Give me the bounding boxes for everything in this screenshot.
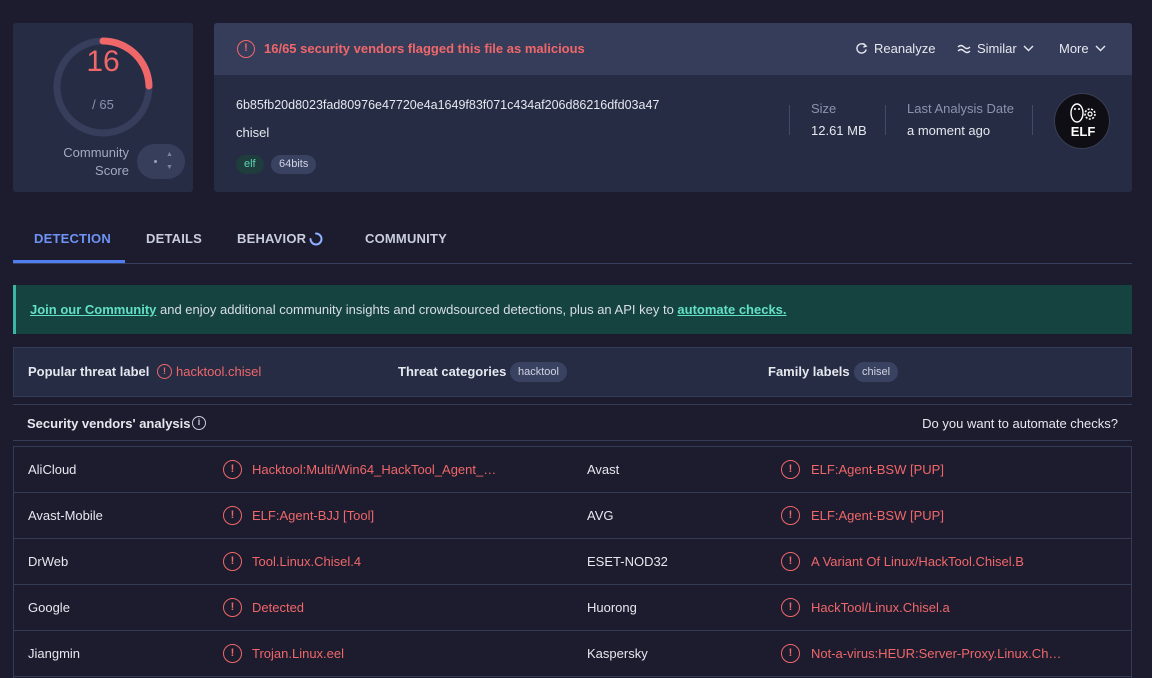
table-row: DrWeb ! Tool.Linux.Chisel.4 ESET-NOD32 !… bbox=[14, 539, 1131, 585]
vendor-name: DrWeb bbox=[28, 554, 69, 569]
last-analysis-value: a moment ago bbox=[907, 123, 991, 138]
popular-threat-value[interactable]: hacktool.chisel bbox=[176, 364, 261, 379]
file-type-label: ELF bbox=[1070, 124, 1096, 139]
banner-text: Join our Community and enjoy additional … bbox=[30, 302, 787, 317]
similar-dropdown[interactable]: Similar bbox=[957, 41, 1034, 56]
vendor-name: Avast-Mobile bbox=[28, 508, 103, 523]
tab-bar: DETECTION DETAILS BEHAVIOR COMMUNITY bbox=[13, 223, 1132, 264]
chevron-down-icon bbox=[1095, 45, 1106, 52]
vendor-name: AliCloud bbox=[28, 462, 77, 477]
vendor-name: Huorong bbox=[587, 600, 637, 615]
threat-category-pill[interactable]: hacktool bbox=[510, 362, 567, 382]
vote-dot bbox=[154, 160, 157, 163]
vendor-result: Trojan.Linux.eel bbox=[252, 646, 345, 661]
more-dropdown[interactable]: More bbox=[1059, 41, 1106, 56]
vendors-table: AliCloud ! Hacktool:Multi/Win64_HackTool… bbox=[13, 446, 1132, 678]
automate-checks-prompt[interactable]: Do you want to automate checks? bbox=[922, 416, 1118, 431]
family-labels-label: Family labels bbox=[768, 364, 850, 379]
vendor-result: ELF:Agent-BSW [PUP] bbox=[811, 508, 944, 523]
alert-icon: ! bbox=[781, 460, 800, 479]
alert-icon: ! bbox=[781, 506, 800, 525]
community-score-label-line1: Community bbox=[63, 145, 129, 160]
tag-elf[interactable]: elf bbox=[236, 155, 264, 174]
more-label: More bbox=[1059, 41, 1089, 56]
tab-behavior[interactable]: BEHAVIOR bbox=[237, 231, 323, 246]
popular-threat-label: Popular threat label bbox=[28, 364, 150, 379]
info-icon[interactable]: i bbox=[192, 416, 206, 430]
upvote-icon[interactable]: ▲ bbox=[166, 151, 173, 158]
alert-icon: ! bbox=[781, 644, 800, 663]
vendor-result: Detected bbox=[252, 600, 305, 615]
divider bbox=[1032, 105, 1033, 135]
threat-alert-icon: ! bbox=[157, 364, 172, 379]
vendor-result: ELF:Agent-BSW [PUP] bbox=[811, 462, 944, 477]
vendor-result: Hacktool:Multi/Win64_HackTool_Agent_… bbox=[252, 462, 497, 477]
similar-label: Similar bbox=[977, 41, 1017, 56]
divider bbox=[885, 105, 886, 135]
vendor-name: AVG bbox=[587, 508, 614, 523]
threat-summary: Popular threat label ! hacktool.chisel T… bbox=[13, 347, 1132, 397]
tab-details[interactable]: DETAILS bbox=[146, 231, 202, 246]
alert-icon: ! bbox=[781, 552, 800, 571]
similar-icon bbox=[957, 44, 971, 53]
vendor-name: ESET-NOD32 bbox=[587, 554, 668, 569]
vendor-result: A Variant Of Linux/HackTool.Chisel.B bbox=[811, 554, 1024, 569]
tag-64bits[interactable]: 64bits bbox=[271, 155, 317, 174]
alert-text: 16/65 security vendors flagged this file… bbox=[264, 41, 585, 56]
alert-icon: ! bbox=[223, 506, 242, 525]
threat-categories-label: Threat categories bbox=[398, 364, 507, 379]
vendor-name: Kaspersky bbox=[587, 646, 648, 661]
chevron-down-icon bbox=[1023, 45, 1034, 52]
tab-behavior-label: BEHAVIOR bbox=[237, 231, 307, 246]
downvote-icon[interactable]: ▼ bbox=[166, 164, 173, 171]
table-row: AliCloud ! Hacktool:Multi/Win64_HackTool… bbox=[14, 447, 1131, 493]
file-type-badge: ELF bbox=[1054, 93, 1110, 149]
community-score-label: Community Score bbox=[37, 144, 129, 180]
detection-total: / 65 bbox=[92, 97, 114, 112]
file-info-card: ! 16/65 security vendors flagged this fi… bbox=[214, 23, 1132, 192]
tab-community[interactable]: COMMUNITY bbox=[365, 231, 447, 246]
tab-detection[interactable]: DETECTION bbox=[34, 231, 111, 246]
vendor-name: Google bbox=[28, 600, 70, 615]
alert-icon: ! bbox=[223, 598, 242, 617]
community-score-label-line2: Score bbox=[95, 163, 129, 178]
table-row: Avast-Mobile ! ELF:Agent-BJJ [Tool] AVG … bbox=[14, 493, 1131, 539]
file-hash[interactable]: 6b85fb20d8023fad80976e47720e4a1649f83f07… bbox=[236, 98, 659, 112]
community-banner: Join our Community and enjoy additional … bbox=[13, 285, 1132, 334]
size-label: Size bbox=[811, 101, 837, 116]
file-name: chisel bbox=[236, 125, 270, 140]
divider bbox=[789, 105, 790, 135]
table-row: Google ! Detected Huorong ! HackTool/Lin… bbox=[14, 585, 1131, 631]
vendors-analysis-header: Security vendors' analysis i Do you want… bbox=[13, 404, 1132, 441]
size-value: 12.61 MB bbox=[811, 123, 867, 138]
alert-icon: ! bbox=[223, 460, 242, 479]
join-community-link[interactable]: Join our Community bbox=[30, 302, 156, 317]
reanalyze-icon bbox=[856, 42, 868, 54]
automate-checks-link[interactable]: automate checks. bbox=[677, 302, 786, 317]
table-row: Jiangmin ! Trojan.Linux.eel Kaspersky ! … bbox=[14, 631, 1131, 677]
vendor-name: Jiangmin bbox=[28, 646, 81, 661]
linux-penguin-icon bbox=[1070, 103, 1096, 123]
alert-icon: ! bbox=[223, 552, 242, 571]
family-label-pill[interactable]: chisel bbox=[854, 362, 899, 382]
vendor-result: Tool.Linux.Chisel.4 bbox=[252, 554, 362, 569]
vendors-analysis-title: Security vendors' analysis bbox=[27, 416, 191, 431]
vendor-result: HackTool/Linux.Chisel.a bbox=[811, 600, 950, 615]
alert-icon: ! bbox=[781, 598, 800, 617]
alert-icon: ! bbox=[223, 644, 242, 663]
vendor-result: Not-a-virus:HEUR:Server-Proxy.Linux.Ch… bbox=[811, 646, 1062, 661]
reanalyze-label: Reanalyze bbox=[874, 41, 936, 56]
vendor-result: ELF:Agent-BJJ [Tool] bbox=[252, 508, 375, 523]
loading-spinner-icon bbox=[309, 232, 323, 246]
alert-bar: ! 16/65 security vendors flagged this fi… bbox=[214, 23, 1132, 75]
detection-count: 16 bbox=[86, 45, 120, 78]
active-tab-indicator bbox=[13, 260, 125, 263]
vendor-name: Avast bbox=[587, 462, 620, 477]
last-analysis-label: Last Analysis Date bbox=[907, 101, 1014, 116]
banner-body: and enjoy additional community insights … bbox=[156, 302, 678, 317]
alert-icon: ! bbox=[237, 40, 255, 58]
community-score-vote[interactable]: ▲ ▼ bbox=[137, 144, 185, 179]
detection-score-card: 16 / 65 Community Score ▲ ▼ bbox=[13, 23, 193, 192]
reanalyze-button[interactable]: Reanalyze bbox=[855, 41, 935, 56]
